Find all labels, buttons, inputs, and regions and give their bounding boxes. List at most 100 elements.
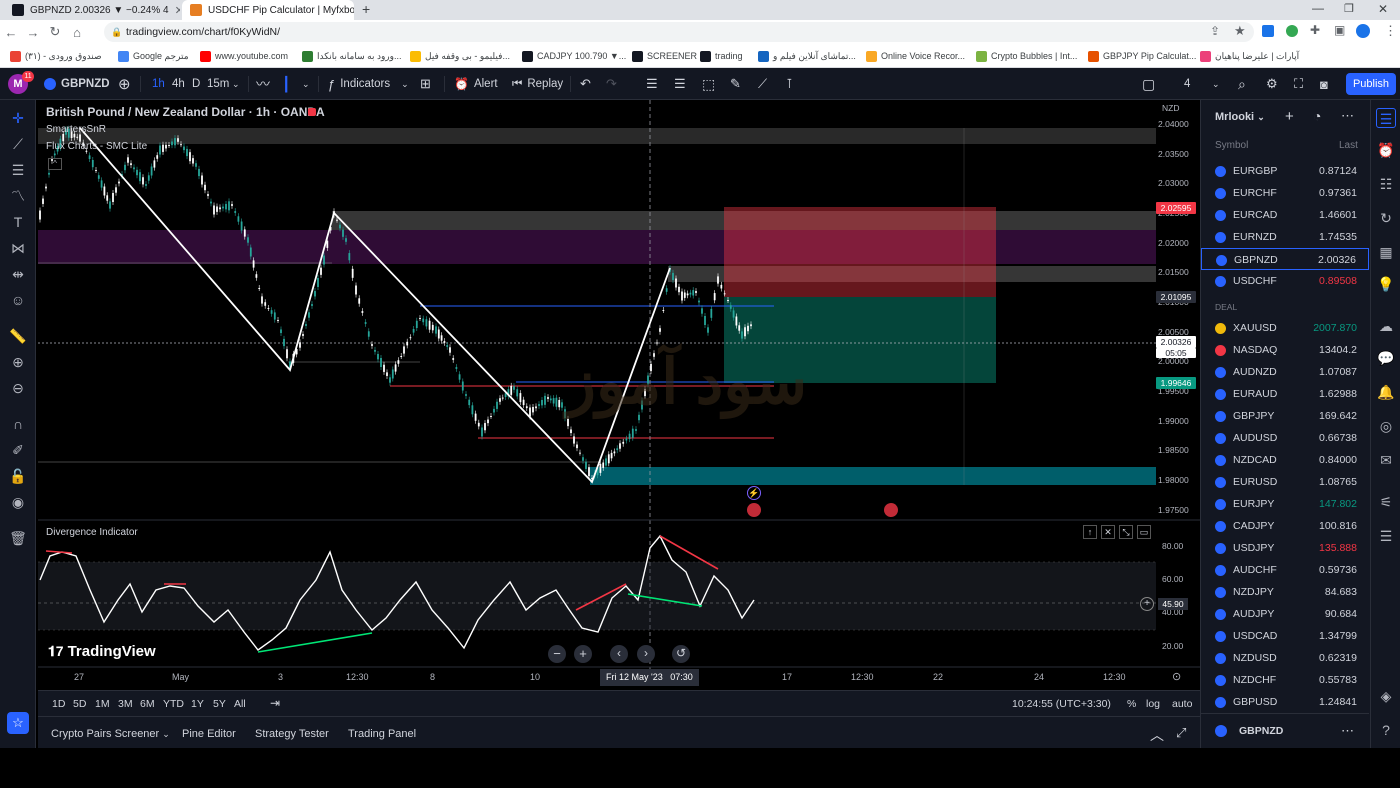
- auto-toggle[interactable]: auto: [1172, 698, 1192, 710]
- interval-1h[interactable]: 1h: [152, 68, 165, 100]
- replay-button[interactable]: ⏮ Replay: [512, 68, 563, 100]
- watchlist-row[interactable]: USDJPY 135.888: [1201, 537, 1369, 559]
- interval-4h[interactable]: 4h: [172, 68, 185, 100]
- fullscreen-icon[interactable]: ⛶: [1294, 68, 1303, 100]
- watchlist-row[interactable]: USDCAD 1.34799: [1201, 625, 1369, 647]
- brush-icon[interactable]: ✎: [730, 68, 741, 100]
- undo-icon[interactable]: ↶: [580, 68, 591, 100]
- lightning-icon[interactable]: ⚡: [747, 486, 761, 500]
- watchlist-row[interactable]: NZDCHF 0.55783: [1201, 669, 1369, 691]
- forecast-icon[interactable]: ⇹: [6, 264, 30, 284]
- new-tab-icon[interactable]: +: [362, 1, 370, 17]
- watchlist-row[interactable]: NASDAQ 13404.2: [1201, 339, 1369, 361]
- indicator-legend[interactable]: Flux Charts - SMC Lite: [46, 141, 147, 152]
- bookmark-item[interactable]: آپارات | علیرضا پناهیان: [1200, 49, 1299, 63]
- range-3m[interactable]: 3M: [118, 698, 133, 710]
- more-icon[interactable]: ⋯: [1341, 723, 1354, 739]
- watchlist-row[interactable]: NZDJPY 84.683: [1201, 581, 1369, 603]
- column-last[interactable]: Last: [1339, 140, 1358, 151]
- measure-icon[interactable]: ⊺: [786, 68, 793, 100]
- xabcd-icon[interactable]: ⋈: [6, 238, 30, 258]
- maximize-icon[interactable]: ⤢: [1176, 725, 1186, 741]
- ruler-icon[interactable]: 📏: [6, 326, 30, 346]
- watchlist-row[interactable]: EURNZD 1.74535: [1201, 226, 1369, 248]
- home-icon[interactable]: ⌂: [66, 25, 88, 40]
- ideas-icon[interactable]: 💡: [1376, 274, 1396, 294]
- watchlist-row[interactable]: GBPUSD 1.24841: [1201, 691, 1369, 713]
- chevron-up-icon[interactable]: ︿: [1150, 725, 1164, 745]
- maximize-icon[interactable]: ▭: [1137, 525, 1151, 539]
- search-icon[interactable]: ⌕: [1238, 68, 1246, 100]
- chevron-down-icon[interactable]: ⌄: [232, 68, 240, 100]
- bookmark-item[interactable]: Crypto Bubbles | Int...: [976, 49, 1077, 63]
- short-position-icon[interactable]: ☰: [674, 68, 686, 100]
- watchlist-row[interactable]: EURAUD 1.62988: [1201, 383, 1369, 405]
- settings-icon[interactable]: ⊙: [1172, 670, 1181, 683]
- reload-icon[interactable]: ↻: [44, 24, 66, 40]
- interval-d[interactable]: D: [192, 68, 200, 100]
- text-icon[interactable]: T: [6, 212, 30, 232]
- lock-drawing-icon[interactable]: ✐: [6, 440, 30, 460]
- watchlist-row[interactable]: AUDUSD 0.66738: [1201, 427, 1369, 449]
- zoom-in-icon[interactable]: ⊕: [6, 352, 30, 372]
- collapse-icon[interactable]: ⤡: [1119, 525, 1133, 539]
- pattern-icon[interactable]: 〽: [6, 186, 30, 206]
- price-scale[interactable]: NZD 2.04000 2.03500 2.03000 2.02500 2.02…: [1156, 100, 1200, 520]
- bookmark-item[interactable]: trading: [700, 49, 743, 63]
- zoom-in-button[interactable]: +: [574, 645, 592, 663]
- watchlist-name[interactable]: Mrlooki ⌄: [1215, 111, 1265, 123]
- range-all[interactable]: All: [234, 698, 246, 710]
- arrow-up-icon[interactable]: ↑: [1083, 525, 1097, 539]
- back-icon[interactable]: ←: [0, 25, 22, 40]
- share-icon[interactable]: ⇪: [1210, 24, 1220, 38]
- collapse-icon[interactable]: ^: [48, 158, 62, 170]
- watchlist-row[interactable]: AUDJPY 90.684: [1201, 603, 1369, 625]
- bookmark-item[interactable]: ورود به سامانه بانکدا...: [302, 49, 402, 63]
- bookmark-item[interactable]: Google مترجم: [118, 49, 189, 63]
- star-icon[interactable]: ★: [1234, 23, 1246, 39]
- help-icon[interactable]: ?: [1376, 720, 1396, 740]
- templates-icon[interactable]: ⊞: [420, 68, 431, 100]
- event-icon[interactable]: [747, 503, 761, 517]
- dom-icon[interactable]: ☰: [1376, 526, 1396, 546]
- chevron-down-icon[interactable]: ⌄: [302, 68, 310, 100]
- watchlist-row[interactable]: AUDCHF 0.59736: [1201, 559, 1369, 581]
- watchlist-footer[interactable]: GBPNZD ⋯: [1201, 713, 1369, 748]
- percent-toggle[interactable]: %: [1127, 698, 1136, 710]
- broadcast-icon[interactable]: ◎: [1376, 416, 1396, 436]
- goto-date-icon[interactable]: ⇥: [270, 696, 280, 710]
- watchlist-icon[interactable]: ☰: [1376, 108, 1396, 128]
- chat-icon[interactable]: 💬: [1376, 348, 1396, 368]
- camera-icon[interactable]: ◙: [1320, 68, 1328, 100]
- trash-icon[interactable]: 🗑: [6, 528, 30, 548]
- puzzle-icon[interactable]: ✚: [1310, 23, 1320, 37]
- layers-icon[interactable]: ◈: [1376, 686, 1396, 706]
- tab-pine-editor[interactable]: Pine Editor: [182, 728, 236, 740]
- streams-icon[interactable]: ☁: [1376, 316, 1396, 336]
- alert-button[interactable]: ⏰ Alert: [454, 68, 498, 100]
- favorites-star-icon[interactable]: ☆: [7, 712, 29, 734]
- indicator-legend[interactable]: SmartersSnR: [46, 124, 106, 135]
- watchlist-row[interactable]: EURCAD 1.46601: [1201, 204, 1369, 226]
- range-5y[interactable]: 5Y: [213, 698, 226, 710]
- redo-icon[interactable]: ↷: [606, 68, 617, 100]
- watchlist-row[interactable]: NZDUSD 0.62319: [1201, 647, 1369, 669]
- tab-crypto-pairs-screener[interactable]: Crypto Pairs Screener ⌄: [51, 728, 170, 740]
- reset-chart-button[interactable]: ↺: [672, 645, 690, 663]
- notifications-icon[interactable]: 🔔: [1376, 382, 1396, 402]
- forward-icon[interactable]: →: [22, 25, 44, 40]
- zoom-out-icon[interactable]: ⊖: [6, 378, 30, 398]
- watchlist-row[interactable]: CADJPY 100.816: [1201, 515, 1369, 537]
- layout-count[interactable]: 4: [1184, 68, 1190, 100]
- column-symbol[interactable]: Symbol: [1215, 140, 1248, 151]
- interval-15m[interactable]: 15m: [207, 68, 229, 100]
- currency-label[interactable]: NZD: [1162, 103, 1179, 113]
- path-icon[interactable]: ⟋: [758, 68, 767, 100]
- calendar-icon[interactable]: ▦: [1376, 242, 1396, 262]
- chevron-down-icon[interactable]: ⌄: [1212, 68, 1220, 100]
- bookmark-item[interactable]: GBPJPY Pip Calculat...: [1088, 49, 1196, 63]
- scroll-right-button[interactable]: ›: [637, 645, 655, 663]
- window-close-icon[interactable]: ✕: [1378, 2, 1388, 16]
- order-panel-icon[interactable]: ⚟: [1376, 492, 1396, 512]
- magnet-icon[interactable]: ∩: [6, 414, 30, 434]
